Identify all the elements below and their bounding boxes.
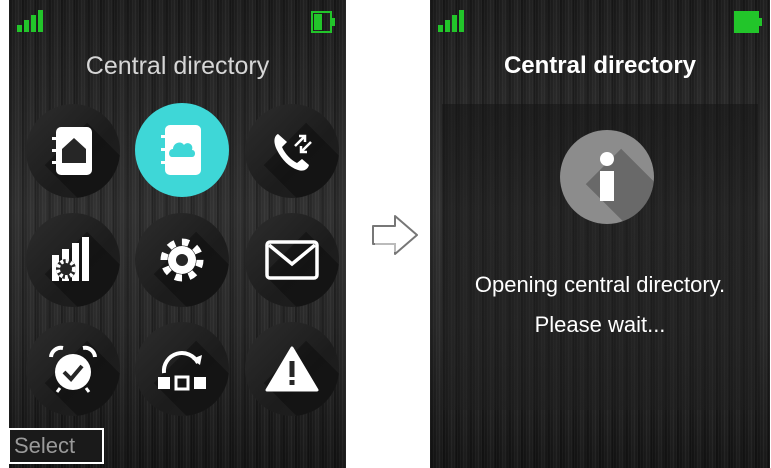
menu-item-shortcuts[interactable] bbox=[135, 322, 229, 416]
menu-item-central-directory[interactable] bbox=[135, 103, 229, 197]
central-directory-icon bbox=[161, 125, 201, 175]
select-softkey[interactable]: Select bbox=[9, 428, 104, 464]
menu-item-calls[interactable] bbox=[245, 104, 339, 198]
main-menu-screen: Central directory Select bbox=[9, 0, 346, 468]
menu-item-alarm-clock[interactable] bbox=[26, 322, 120, 416]
battery-icon bbox=[734, 11, 762, 33]
shortcuts-icon bbox=[158, 351, 206, 391]
signal-strength-icon bbox=[17, 10, 43, 32]
local-phonebook-icon bbox=[52, 127, 92, 175]
right-arrow-icon bbox=[372, 215, 418, 255]
battery-icon bbox=[311, 11, 335, 33]
connections-settings-icon bbox=[52, 237, 89, 281]
menu-item-messaging[interactable] bbox=[245, 213, 339, 307]
alarm-clock-icon bbox=[49, 345, 97, 393]
page-title: Central directory bbox=[85, 52, 270, 80]
menu-item-connections[interactable] bbox=[26, 213, 120, 307]
status-message-line2: Please wait... bbox=[534, 312, 666, 337]
central-directory-screen: Central directory Opening central direct… bbox=[430, 0, 770, 468]
call-list-icon bbox=[274, 134, 312, 171]
signal-strength-icon bbox=[438, 10, 464, 32]
menu-item-alarm[interactable] bbox=[245, 322, 339, 416]
menu-item-settings[interactable] bbox=[135, 213, 229, 307]
menu-item-contacts[interactable] bbox=[26, 104, 120, 198]
page-title: Central directory bbox=[503, 52, 697, 79]
status-message-line1: Opening central directory. bbox=[474, 272, 726, 297]
alarm-warning-icon bbox=[265, 346, 319, 392]
info-icon-circle bbox=[560, 130, 654, 224]
messaging-envelope-icon bbox=[265, 240, 319, 280]
settings-gear-icon bbox=[160, 238, 204, 282]
info-icon bbox=[600, 152, 614, 201]
